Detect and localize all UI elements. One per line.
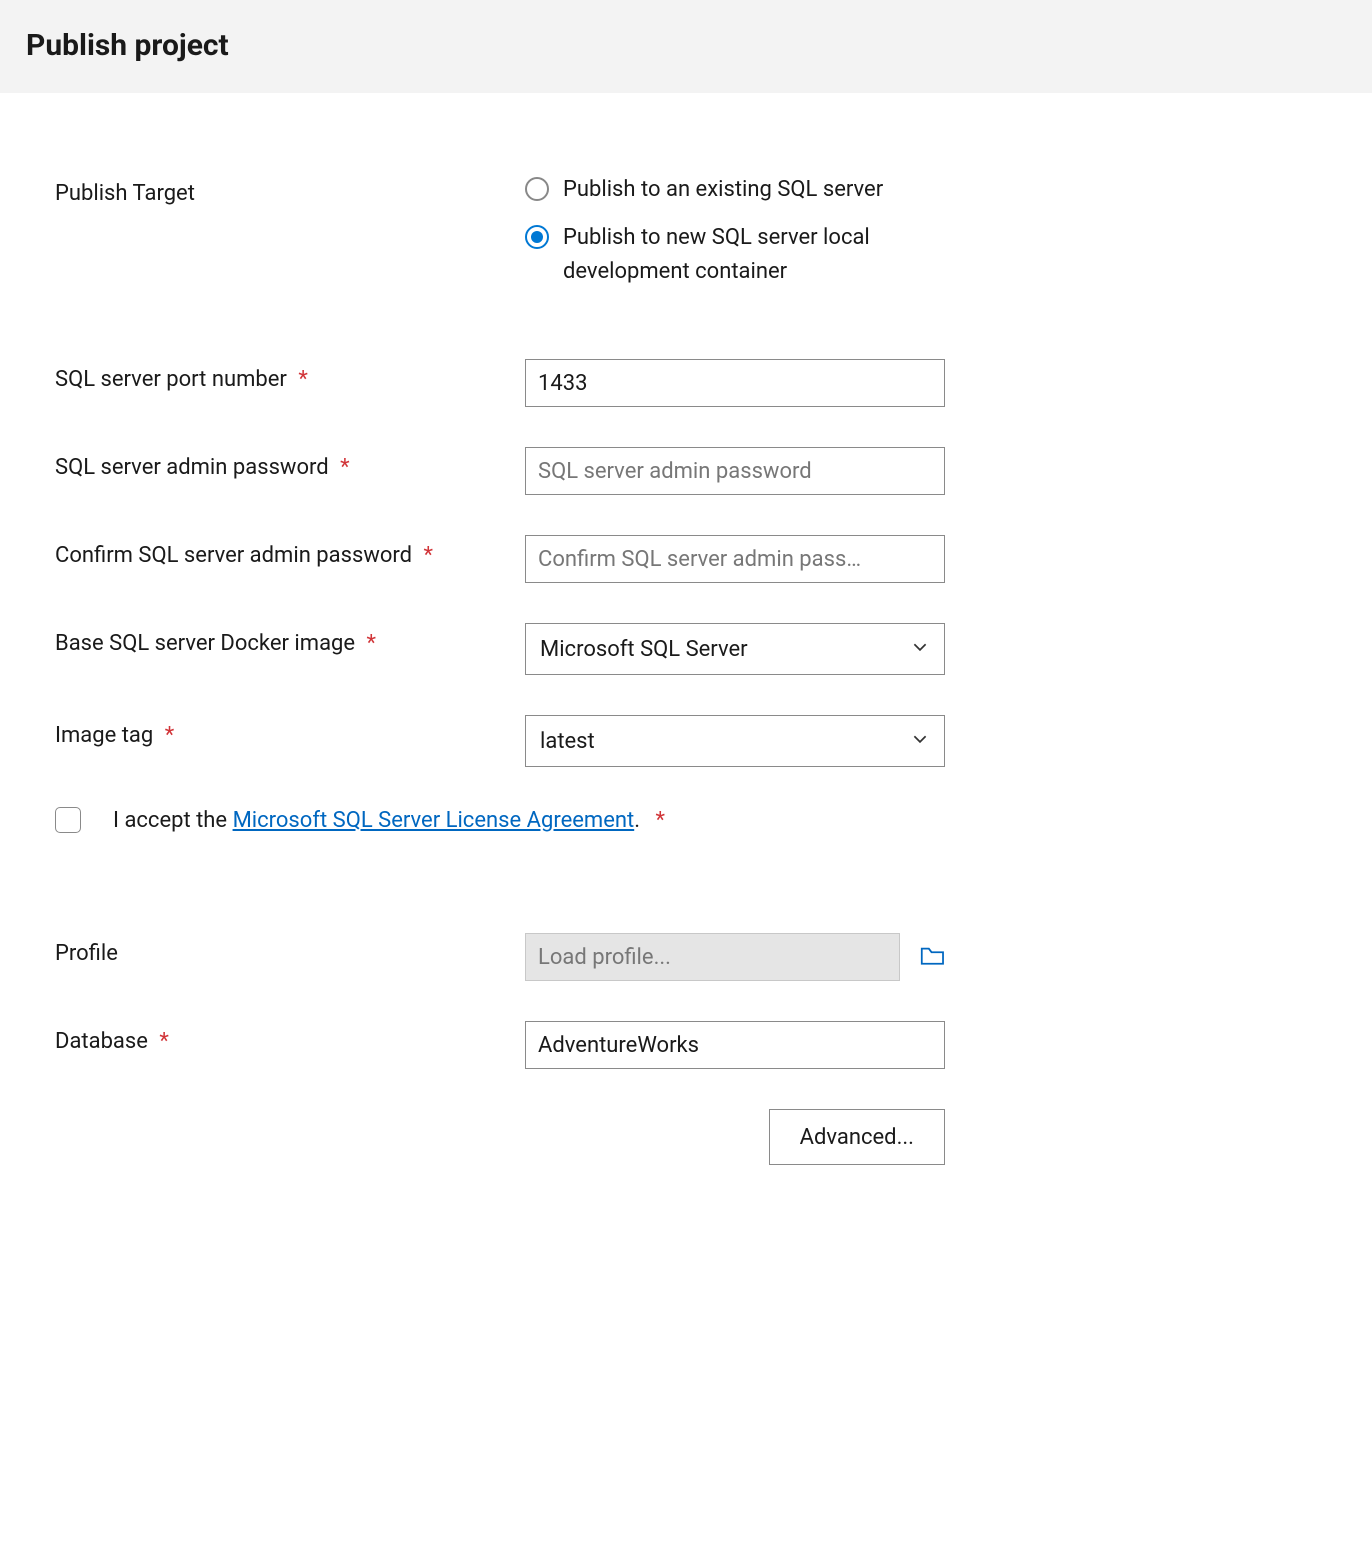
radio-icon bbox=[525, 177, 549, 201]
database-label: Database * bbox=[55, 1021, 525, 1054]
license-text: I accept the Microsoft SQL Server Licens… bbox=[113, 808, 665, 833]
required-mark: * bbox=[159, 1029, 168, 1054]
publish-target-radio-group: Publish to an existing SQL server Publis… bbox=[525, 173, 945, 289]
dialog-content: Publish Target Publish to an existing SQ… bbox=[0, 93, 1000, 1205]
radio-icon bbox=[525, 225, 549, 249]
license-agreement-link[interactable]: Microsoft SQL Server License Agreement bbox=[233, 808, 635, 833]
image-tag-label: Image tag * bbox=[55, 715, 525, 748]
docker-image-row: Base SQL server Docker image * Microsoft… bbox=[55, 623, 945, 675]
database-input[interactable] bbox=[525, 1021, 945, 1069]
image-tag-row: Image tag * latest bbox=[55, 715, 945, 767]
port-label: SQL server port number * bbox=[55, 359, 525, 392]
folder-icon[interactable] bbox=[920, 946, 945, 968]
publish-target-label: Publish Target bbox=[55, 173, 525, 206]
profile-row: Profile bbox=[55, 933, 945, 981]
image-tag-select[interactable]: latest bbox=[525, 715, 945, 767]
license-checkbox[interactable] bbox=[55, 807, 81, 833]
port-input[interactable] bbox=[525, 359, 945, 407]
database-row: Database * bbox=[55, 1021, 945, 1069]
required-mark: * bbox=[367, 631, 376, 656]
radio-existing-server[interactable]: Publish to an existing SQL server bbox=[525, 173, 945, 207]
publish-target-row: Publish Target Publish to an existing SQ… bbox=[55, 173, 945, 289]
port-row: SQL server port number * bbox=[55, 359, 945, 407]
confirm-password-row: Confirm SQL server admin password * bbox=[55, 535, 945, 583]
admin-password-row: SQL server admin password * bbox=[55, 447, 945, 495]
docker-image-select[interactable]: Microsoft SQL Server bbox=[525, 623, 945, 675]
profile-input[interactable] bbox=[525, 933, 900, 981]
advanced-row: Advanced... bbox=[525, 1109, 945, 1165]
radio-existing-label: Publish to an existing SQL server bbox=[563, 173, 883, 207]
required-mark: * bbox=[298, 367, 307, 392]
docker-image-label: Base SQL server Docker image * bbox=[55, 623, 525, 656]
dialog-header: Publish project bbox=[0, 0, 1372, 93]
radio-new-container[interactable]: Publish to new SQL server local developm… bbox=[525, 221, 945, 289]
dialog-title: Publish project bbox=[26, 28, 1346, 63]
profile-label: Profile bbox=[55, 933, 525, 966]
confirm-password-input[interactable] bbox=[525, 535, 945, 583]
required-mark: * bbox=[340, 455, 349, 480]
required-mark: * bbox=[165, 723, 174, 748]
required-mark: * bbox=[655, 808, 664, 833]
admin-password-input[interactable] bbox=[525, 447, 945, 495]
confirm-password-label: Confirm SQL server admin password * bbox=[55, 535, 525, 568]
license-row: I accept the Microsoft SQL Server Licens… bbox=[55, 807, 945, 833]
admin-password-label: SQL server admin password * bbox=[55, 447, 525, 480]
advanced-button[interactable]: Advanced... bbox=[769, 1109, 945, 1165]
radio-new-container-label: Publish to new SQL server local developm… bbox=[563, 221, 945, 289]
required-mark: * bbox=[424, 543, 433, 568]
